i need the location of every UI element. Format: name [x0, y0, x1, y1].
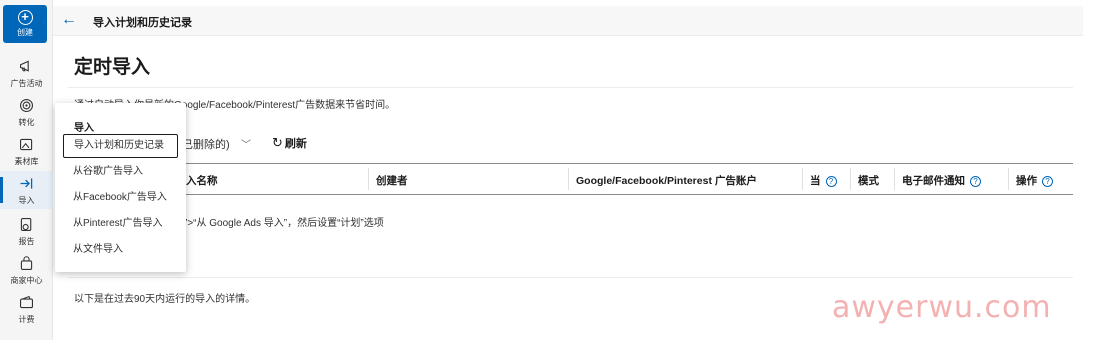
- filter-dropdown[interactable]: 已删除的): [182, 136, 230, 152]
- rail-item-label: 广告活动: [10, 79, 43, 88]
- create-button[interactable]: + 创建: [3, 5, 47, 43]
- column-divider: [802, 168, 803, 190]
- image-library-icon: [0, 136, 53, 156]
- divider: [68, 277, 1073, 278]
- divider: [68, 87, 1073, 88]
- column-divider: [894, 168, 895, 190]
- col-actions-label: 操作: [1016, 175, 1037, 187]
- menu-heading: 导入: [74, 123, 94, 134]
- rail-item-label: 转化: [18, 118, 35, 127]
- watermark-text: awyerwu.com: [832, 290, 1052, 325]
- col-email[interactable]: 电子邮件通知?: [902, 173, 981, 188]
- column-divider: [368, 168, 369, 190]
- help-icon[interactable]: ?: [1042, 175, 1053, 187]
- rail-item-label: 计费: [18, 315, 35, 324]
- refresh-icon: ↻: [272, 135, 283, 150]
- help-icon[interactable]: ?: [825, 175, 837, 187]
- breadcrumb: 导入计划和历史记录: [93, 17, 192, 29]
- column-divider: [850, 168, 851, 190]
- col-name[interactable]: 入名称: [186, 173, 218, 188]
- refresh-button[interactable]: ↻ 刷新: [272, 135, 307, 151]
- rail-item-conversions[interactable]: 转化: [0, 93, 53, 131]
- rail-item-asset-library[interactable]: 素材库: [0, 132, 53, 170]
- rail-item-reports[interactable]: 报告: [0, 212, 53, 250]
- menu-item-import-facebook-ads[interactable]: 从Facebook广告导入: [63, 187, 178, 211]
- menu-item-import-schedule-history[interactable]: 导入计划和历史记录: [63, 134, 178, 158]
- page-title: 定时导入: [74, 57, 151, 78]
- import-flyout-menu: 导入 导入计划和历史记录 从谷歌广告导入 从Facebook广告导入 从Pint…: [55, 103, 186, 272]
- col-when[interactable]: 当?: [810, 173, 837, 188]
- megaphone-icon: [0, 58, 53, 78]
- left-nav-rail: + 创建 广告活动 转化 素材库 导入 报告 商家中心 计费: [0, 0, 53, 340]
- empty-state-text: 入”>“从 Google Ads 导入”，然后设置“计划”选项: [174, 218, 384, 229]
- menu-item-import-from-file[interactable]: 从文件导入: [63, 239, 178, 263]
- col-when-label: 当: [810, 175, 821, 187]
- column-divider: [1008, 168, 1009, 190]
- rail-item-label: 报告: [18, 237, 35, 246]
- col-account[interactable]: Google/Facebook/Pinterest 广告账户: [576, 173, 757, 188]
- col-mode[interactable]: 模式: [858, 173, 879, 188]
- rail-item-billing[interactable]: 计费: [0, 290, 53, 328]
- rail-item-label: 素材库: [14, 157, 39, 166]
- store-bag-icon: [0, 255, 53, 275]
- column-divider: [568, 168, 569, 190]
- target-icon: [0, 97, 53, 117]
- col-actions[interactable]: 操作?: [1016, 173, 1053, 188]
- rail-item-campaigns[interactable]: 广告活动: [0, 54, 53, 92]
- col-email-label: 电子邮件通知: [902, 175, 965, 187]
- plus-icon: +: [17, 10, 33, 25]
- chevron-down-icon[interactable]: ﹀: [241, 136, 251, 151]
- col-creator[interactable]: 创建者: [376, 173, 408, 188]
- rail-item-merchant-center[interactable]: 商家中心: [0, 251, 53, 289]
- help-icon[interactable]: ?: [970, 175, 981, 187]
- menu-item-import-google-ads[interactable]: 从谷歌广告导入: [63, 161, 178, 185]
- rail-item-import[interactable]: 导入: [0, 171, 53, 209]
- report-chart-icon: [0, 216, 53, 236]
- create-label: 创建: [17, 28, 33, 37]
- rail-item-label: 商家中心: [10, 276, 43, 285]
- refresh-label: 刷新: [284, 138, 307, 150]
- history-note: 以下是在过去90天内运行的导入的详情。: [74, 294, 256, 305]
- rail-item-label: 导入: [18, 196, 35, 205]
- menu-item-import-pinterest-ads[interactable]: 从Pinterest广告导入: [63, 213, 178, 237]
- back-arrow-icon[interactable]: ←: [61, 11, 77, 29]
- table-header: 入名称 创建者 Google/Facebook/Pinterest 广告账户 当…: [68, 163, 1073, 195]
- import-arrow-icon: [0, 175, 53, 195]
- wallet-icon: [0, 294, 53, 314]
- header-bar: ← 导入计划和历史记录: [53, 6, 1083, 36]
